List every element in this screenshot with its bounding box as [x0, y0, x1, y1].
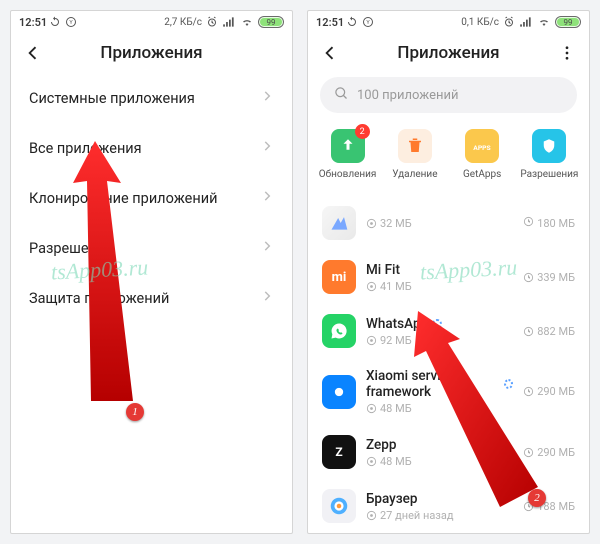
trash-icon [398, 129, 432, 163]
status-bar: 12:51 Y 0,1 КБ/с 99 [308, 11, 589, 33]
action-permissions[interactable]: Разрешения [518, 129, 580, 180]
signal-icon [519, 16, 533, 28]
shield-icon [532, 129, 566, 163]
app-icon [322, 489, 356, 523]
badge: 2 [355, 124, 370, 139]
page-header: Приложения [11, 33, 292, 73]
chevron-right-icon [260, 189, 274, 207]
back-button[interactable] [17, 37, 49, 69]
back-button[interactable] [314, 37, 346, 69]
status-time: 12:51 [19, 16, 47, 29]
chevron-right-icon [260, 289, 274, 307]
app-row-whatsapp[interactable]: WhatsApp 92 МБ 882 МБ [308, 304, 589, 358]
row-all-apps[interactable]: Все приложения [11, 123, 292, 173]
status-net-speed: 2,7 КБ/с [164, 17, 202, 28]
app-row[interactable]: 32 МБ 180 МБ [308, 196, 589, 250]
svg-text:Y: Y [366, 20, 370, 26]
app-icon [322, 206, 356, 240]
loading-spinner-icon [504, 379, 513, 389]
getapps-icon: APPS [465, 129, 499, 163]
alarm-icon [503, 16, 515, 28]
disk-icon: 32 МБ [366, 217, 412, 230]
search-placeholder: 100 приложений [357, 88, 458, 103]
yandex-icon: Y [362, 16, 374, 28]
update-icon: 2 [331, 129, 365, 163]
app-list: 32 МБ 180 МБ mi Mi Fit 41 МБ 339 МБ What… [308, 196, 589, 533]
sync-icon [49, 16, 61, 28]
svg-text:Y: Y [69, 20, 73, 26]
screen-1: 12:51 Y 2,7 КБ/с 99 Приложения Системные [10, 10, 293, 534]
app-icon: Z [322, 435, 356, 469]
page-title: Приложения [49, 43, 254, 63]
row-app-protection[interactable]: Защита приложений [11, 273, 292, 323]
app-icon: mi [322, 260, 356, 294]
app-row-browser[interactable]: Браузер 27 дней назад 188 МБ [308, 479, 589, 533]
action-uninstall[interactable]: Удаление [384, 129, 446, 180]
alarm-icon [206, 16, 218, 28]
chevron-right-icon [260, 89, 274, 107]
status-bar: 12:51 Y 2,7 КБ/с 99 [11, 11, 292, 33]
page-header: Приложения [308, 33, 589, 73]
annotation-marker-2: 2 [528, 489, 546, 507]
clock-icon [523, 216, 534, 230]
wifi-icon [240, 16, 254, 28]
screen-2: 12:51 Y 0,1 КБ/с 99 Приложения [307, 10, 590, 534]
action-grid: 2 Обновления Удаление APPS GetApps Разре… [308, 123, 589, 196]
svg-text:APPS: APPS [473, 144, 490, 152]
app-icon [322, 375, 356, 409]
search-icon [334, 86, 349, 105]
chevron-right-icon [260, 239, 274, 257]
status-time: 12:51 [316, 16, 344, 29]
row-permissions[interactable]: Разрешения [11, 223, 292, 273]
annotation-marker-1: 1 [126, 403, 144, 421]
app-row-zepp[interactable]: Z Zepp 48 МБ 290 МБ [308, 425, 589, 479]
action-updates[interactable]: 2 Обновления [317, 129, 379, 180]
app-icon [322, 314, 356, 348]
chevron-right-icon [260, 139, 274, 157]
page-title: Приложения [346, 43, 551, 63]
battery-indicator: 99 [555, 16, 581, 28]
signal-icon [222, 16, 236, 28]
battery-indicator: 99 [258, 16, 284, 28]
settings-list: Системные приложения Все приложения Клон… [11, 73, 292, 323]
sync-icon [346, 16, 358, 28]
row-clone-apps[interactable]: Клонирование приложений [11, 173, 292, 223]
search-input[interactable]: 100 приложений [320, 77, 577, 113]
app-row-xsf[interactable]: Xiaomi service framework 48 МБ 290 МБ [308, 358, 589, 425]
loading-spinner-icon [432, 319, 442, 329]
action-getapps[interactable]: APPS GetApps [451, 129, 513, 180]
yandex-icon: Y [65, 16, 77, 28]
wifi-icon [537, 16, 551, 28]
menu-button[interactable] [551, 37, 583, 69]
row-system-apps[interactable]: Системные приложения [11, 73, 292, 123]
status-net-speed: 0,1 КБ/с [461, 17, 499, 28]
app-row-mifit[interactable]: mi Mi Fit 41 МБ 339 МБ [308, 250, 589, 304]
